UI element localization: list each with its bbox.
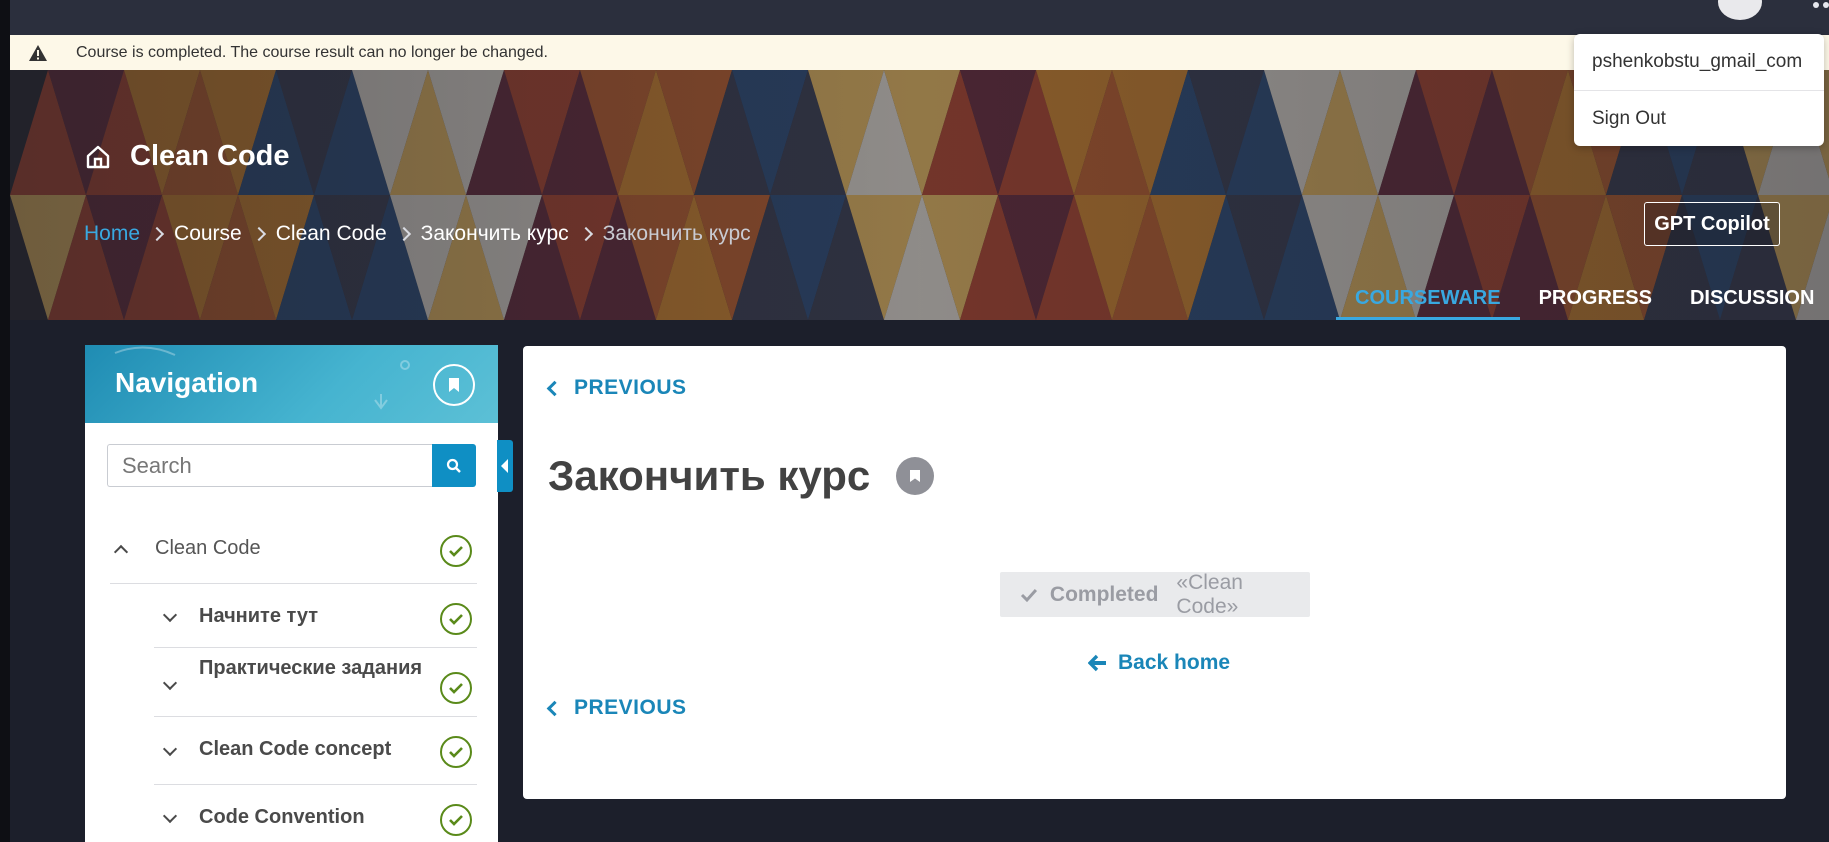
course-hero-banner xyxy=(10,70,1829,320)
apps-grid-icon[interactable] xyxy=(1813,0,1829,12)
nav-item-subsection[interactable]: Code Convention xyxy=(85,784,498,842)
previous-button-bottom[interactable]: PREVIOUS xyxy=(546,696,687,720)
menu-item-username[interactable]: pshenkobstu_gmail_com xyxy=(1574,34,1824,90)
user-dropdown-menu: pshenkobstu_gmail_com Sign Out xyxy=(1574,34,1824,146)
tab-courseware[interactable]: COURSEWARE xyxy=(1336,284,1520,320)
completed-label: Completed xyxy=(1049,582,1159,606)
breadcrumb-section[interactable]: Clean Code xyxy=(276,222,387,246)
arrow-left-icon xyxy=(1088,654,1106,672)
nav-item-label: Code Convention xyxy=(199,806,365,828)
search-button[interactable] xyxy=(432,444,476,487)
tab-progress[interactable]: PROGRESS xyxy=(1520,284,1671,320)
top-header xyxy=(10,0,1829,35)
unit-title-text: Закончить курс xyxy=(548,452,871,499)
search-icon xyxy=(446,458,461,473)
course-title-text: Clean Code xyxy=(130,140,290,172)
completed-status: Completed «Clean Code» xyxy=(1000,570,1310,618)
nav-item-label: Clean Code concept xyxy=(199,738,392,760)
user-avatar[interactable] xyxy=(1718,0,1762,20)
bookmark-icon xyxy=(449,378,459,392)
nav-item-label: Практические задания xyxy=(199,657,423,679)
menu-item-sign-out[interactable]: Sign Out xyxy=(1574,90,1824,146)
home-icon[interactable] xyxy=(84,143,112,171)
breadcrumb-course[interactable]: Course xyxy=(174,222,242,246)
nav-item-subsection[interactable]: Начните тут xyxy=(85,585,498,648)
nav-item-subsection[interactable]: Clean Code concept xyxy=(85,716,498,785)
chevron-up-icon[interactable] xyxy=(113,544,129,560)
chevron-right-icon xyxy=(149,226,165,242)
previous-label: PREVIOUS xyxy=(574,376,687,399)
back-home-link[interactable]: Back home xyxy=(1088,651,1230,675)
course-title: Clean Code xyxy=(84,140,290,173)
completed-check-icon xyxy=(440,672,472,704)
navigation-sidebar: Navigation Clean Code Начните тут xyxy=(85,345,498,842)
nav-item-label: Clean Code xyxy=(155,537,261,559)
breadcrumb-current: Закончить курс xyxy=(602,222,751,245)
bookmark-unit-button[interactable] xyxy=(896,457,935,495)
gpt-copilot-button[interactable]: GPT Copilot xyxy=(1644,202,1780,246)
collapse-sidebar-button[interactable] xyxy=(497,440,513,492)
completed-check-icon xyxy=(440,804,472,836)
completed-check-icon xyxy=(440,736,472,768)
search-input[interactable] xyxy=(107,444,432,487)
chevron-down-icon[interactable] xyxy=(162,808,178,824)
bookmarks-button[interactable] xyxy=(433,364,475,406)
window-edge xyxy=(0,0,10,842)
breadcrumb-subsection[interactable]: Закончить курс xyxy=(421,222,569,246)
check-icon xyxy=(1020,588,1038,602)
chevron-left-icon xyxy=(546,700,563,716)
navigation-tree: Clean Code Начните тут Практические зада… xyxy=(85,517,498,842)
chevron-left-icon xyxy=(546,380,563,396)
breadcrumb: Home Course Clean Code Закончить курс За… xyxy=(84,222,751,246)
tab-discussion[interactable]: DISCUSSION xyxy=(1671,284,1829,320)
chevron-down-icon[interactable] xyxy=(162,675,178,691)
chevron-right-icon xyxy=(396,226,411,242)
chevron-down-icon[interactable] xyxy=(162,607,178,623)
chevron-right-icon xyxy=(251,226,266,242)
alert-text: Course is completed. The course result c… xyxy=(76,43,548,61)
completed-course-name: «Clean Code» xyxy=(1176,570,1243,618)
warning-icon xyxy=(28,44,48,62)
nav-item-section[interactable]: Clean Code xyxy=(85,517,498,585)
nav-item-label: Начните тут xyxy=(199,605,318,627)
unit-content: PREVIOUS Закончить курс Completed «Clean… xyxy=(523,346,1786,799)
navigation-title: Navigation xyxy=(115,367,259,398)
completed-check-icon xyxy=(440,603,472,635)
course-tabs: COURSEWARE PROGRESS DISCUSSION xyxy=(1336,284,1829,320)
previous-label: PREVIOUS xyxy=(574,696,687,719)
completed-check-icon xyxy=(440,535,472,567)
navigation-search xyxy=(107,444,476,487)
back-home-label: Back home xyxy=(1118,651,1231,674)
nav-item-subsection[interactable]: Практические задания xyxy=(85,647,498,717)
navigation-header: Navigation xyxy=(85,345,498,423)
chevron-right-icon xyxy=(578,226,593,242)
unit-title: Закончить курс xyxy=(548,452,935,500)
bookmark-icon xyxy=(910,470,921,482)
breadcrumb-home[interactable]: Home xyxy=(84,222,140,246)
previous-button-top[interactable]: PREVIOUS xyxy=(546,376,687,400)
chevron-down-icon[interactable] xyxy=(162,741,178,757)
course-completed-alert: Course is completed. The course result c… xyxy=(10,35,1829,70)
